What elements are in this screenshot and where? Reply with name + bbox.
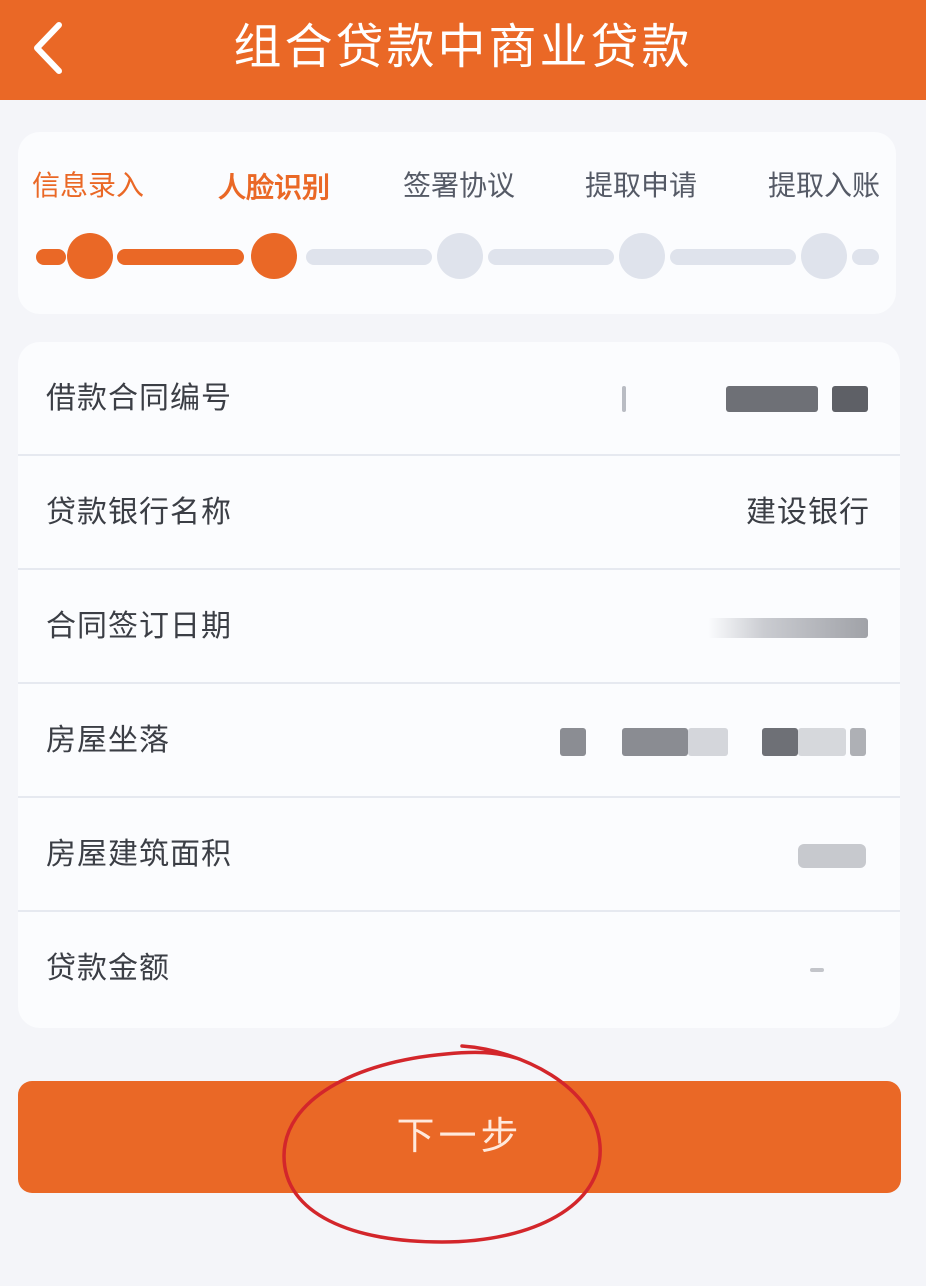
header-bar: 组合贷款中商业贷款 — [0, 0, 926, 100]
next-step-label: 下一步 — [396, 1116, 523, 1158]
redacted-block — [798, 728, 846, 756]
redacted-block — [560, 728, 586, 756]
info-label: 合同签订日期 — [46, 609, 232, 644]
next-step-button[interactable]: 下一步 — [18, 1081, 901, 1193]
redacted-mark — [810, 968, 824, 972]
info-row-bank-name: 贷款银行名称 建设银行 — [18, 456, 900, 570]
page: 组合贷款中商业贷款 信息录入 人脸识别 签署协议 提取申请 提取入账 借款合同编… — [0, 0, 926, 1286]
step-label-sign-agreement[interactable]: 签署协议 — [379, 168, 539, 204]
progress-track-4 — [670, 249, 796, 265]
info-label: 借款合同编号 — [46, 381, 232, 416]
loan-info-card: 借款合同编号 贷款银行名称 建设银行 合同签订日期 房屋坐落 房屋建筑面积 贷款… — [18, 342, 900, 1028]
redacted-block — [688, 728, 728, 756]
page-title: 组合贷款中商业贷款 — [233, 19, 693, 75]
info-row-property-address: 房屋坐落 — [18, 684, 900, 798]
redacted-block — [798, 844, 866, 868]
step-label-withdraw-apply[interactable]: 提取申请 — [561, 168, 721, 204]
progress-track-start — [36, 249, 66, 265]
info-label: 贷款银行名称 — [46, 495, 232, 530]
info-label: 贷款金额 — [46, 951, 170, 986]
step-label-face-recognition[interactable]: 人脸识别 — [194, 170, 354, 206]
progress-track-1 — [117, 249, 244, 265]
redacted-block — [762, 728, 798, 756]
redacted-block — [850, 728, 866, 756]
redacted-block — [622, 728, 688, 756]
step-label-withdraw-credit[interactable]: 提取入账 — [744, 168, 904, 204]
step-dot-2 — [251, 233, 297, 279]
info-row-building-area: 房屋建筑面积 — [18, 798, 900, 912]
progress-track-end — [852, 249, 879, 265]
info-value: 建设银行 — [746, 495, 870, 530]
redacted-mark — [622, 386, 626, 412]
step-dot-4 — [619, 233, 665, 279]
info-row-sign-date: 合同签订日期 — [18, 570, 900, 684]
info-row-contract-number: 借款合同编号 — [18, 342, 900, 456]
redacted-block — [726, 386, 818, 412]
progress-track-3 — [488, 249, 614, 265]
progress-track-2 — [306, 249, 432, 265]
step-dot-1 — [67, 233, 113, 279]
step-dot-3 — [437, 233, 483, 279]
info-label: 房屋坐落 — [46, 723, 170, 758]
steps-progress: 信息录入 人脸识别 签署协议 提取申请 提取入账 — [18, 132, 896, 314]
redacted-block — [708, 618, 868, 638]
step-label-info-entry[interactable]: 信息录入 — [8, 168, 168, 204]
step-dot-5 — [801, 233, 847, 279]
info-row-loan-amount: 贷款金额 — [18, 912, 900, 1026]
info-label: 房屋建筑面积 — [46, 837, 232, 872]
redacted-block — [832, 386, 868, 412]
